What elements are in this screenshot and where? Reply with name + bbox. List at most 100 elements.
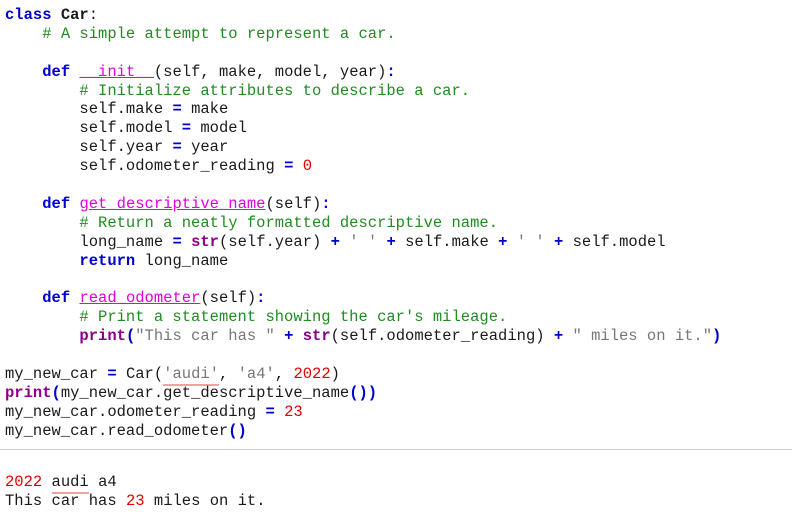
punctuation: , <box>274 364 285 383</box>
operator: + <box>330 232 340 251</box>
code-text: (self.year) <box>218 232 322 251</box>
code-text: self.model <box>79 119 173 138</box>
code-line: self.model = model <box>5 119 792 138</box>
punctuation: ( <box>51 383 61 402</box>
punctuation: () <box>349 383 368 402</box>
number-literal: 2022 <box>293 364 331 383</box>
string-literal: " miles on it." <box>572 327 713 346</box>
keyword: class <box>5 6 52 24</box>
builtin-function: print <box>79 327 126 346</box>
operator: = <box>172 138 182 157</box>
output-line: This car has 23 miles on it. <box>5 492 266 511</box>
code-text: (self.odometer_reading) <box>330 327 545 346</box>
code-line: # Print a statement showing the car's mi… <box>5 308 792 327</box>
code-line: # Initialize attributes to describe a ca… <box>5 82 792 101</box>
code-line: def read_odometer(self): <box>5 289 792 308</box>
code-line: my_new_car.read_odometer() <box>5 422 792 441</box>
code-line: long_name = str(self.year) + ' ' + self.… <box>5 233 792 252</box>
punctuation: ) <box>367 383 378 402</box>
code-text: model <box>200 119 247 138</box>
string-literal-misspelled[interactable]: 'audi' <box>163 364 219 386</box>
params: (self) <box>200 289 257 308</box>
keyword: return <box>79 251 136 270</box>
operator: = <box>172 100 182 119</box>
keyword: def <box>42 194 71 213</box>
output-divider <box>0 449 792 450</box>
function-name: read_odometer <box>79 289 201 308</box>
operator: + <box>498 232 508 251</box>
punctuation: : <box>88 6 99 24</box>
string-literal: ' ' <box>349 232 378 251</box>
code-text: my_new_car.odometer_reading <box>5 402 257 421</box>
output-text: car <box>51 491 80 510</box>
output-text: This <box>5 491 43 510</box>
code-line: return long_name <box>5 252 792 271</box>
output-line: 2022 audi a4 <box>5 473 266 494</box>
code-line: print(my_new_car.get_descriptive_name()) <box>5 384 792 403</box>
output-text-misspelled[interactable]: audi <box>51 473 89 494</box>
code-comment: # A simple attempt to represent a car. <box>42 24 396 43</box>
punctuation: , <box>218 364 229 383</box>
code-line: my_new_car.odometer_reading = 23 <box>5 403 792 422</box>
output-number: 23 <box>125 491 145 510</box>
code-text: year <box>191 138 229 157</box>
code-text: Car( <box>125 364 164 383</box>
output-number: 2022 <box>5 473 43 491</box>
punctuation: () <box>228 421 247 440</box>
code-text: self.model <box>572 232 666 251</box>
code-editor[interactable]: class Car: # A simple attempt to represe… <box>5 6 792 440</box>
builtin-function: str <box>302 327 331 346</box>
params: (self, make, model, year) <box>153 62 387 81</box>
output-panel[interactable]: 2022 audi a4 This car has 23 miles on it… <box>5 473 266 511</box>
params: (self) <box>265 194 322 213</box>
code-text: self.make <box>405 232 489 251</box>
code-line: my_new_car = Car('audi', 'a4', 2022) <box>5 364 792 386</box>
operator: = <box>265 402 275 421</box>
code-line: # Return a neatly formatted descriptive … <box>5 214 792 233</box>
function-name: __init__ <box>79 62 154 81</box>
function-name: get_descriptive_name <box>79 194 266 213</box>
code-line: class Car: <box>5 6 792 25</box>
operator: = <box>172 232 182 251</box>
code-line: def __init__(self, make, model, year): <box>5 63 792 82</box>
code-text: my_new_car.read_odometer <box>5 421 229 440</box>
string-literal: ' ' <box>516 232 545 251</box>
operator: + <box>553 327 564 346</box>
output-text: has <box>88 491 117 510</box>
code-text: long_name <box>144 251 229 270</box>
code-line: self.odometer_reading = 0 <box>5 157 792 176</box>
code-comment: # Initialize attributes to describe a ca… <box>79 81 471 100</box>
code-comment: # Print a statement showing the car's mi… <box>79 308 508 327</box>
code-line: self.make = make <box>5 100 792 119</box>
punctuation: ( <box>125 327 136 346</box>
punctuation: : <box>256 289 266 308</box>
keyword: def <box>42 289 71 308</box>
output-text: miles on it. <box>153 491 266 510</box>
code-text: my_new_car <box>5 364 99 383</box>
string-literal: 'a4' <box>237 364 275 383</box>
code-text: self.year <box>79 138 164 157</box>
punctuation: ) <box>330 364 340 383</box>
operator: + <box>386 232 396 251</box>
code-text: make <box>191 100 229 119</box>
code-line: # A simple attempt to represent a car. <box>5 25 792 44</box>
operator: = <box>107 364 117 383</box>
code-comment: # Return a neatly formatted descriptive … <box>79 213 498 232</box>
number-literal: 23 <box>284 402 303 421</box>
number-literal: 0 <box>302 157 313 176</box>
code-line: self.year = year <box>5 138 792 157</box>
code-line: print("This car has " + str(self.odomete… <box>5 327 792 346</box>
code-text: my_new_car.get_descriptive_name <box>60 383 350 402</box>
operator: = <box>284 157 294 176</box>
code-text: self.odometer_reading <box>79 157 275 176</box>
code-text: long_name <box>79 232 164 251</box>
operator: = <box>181 119 192 138</box>
builtin-function: str <box>191 232 219 251</box>
string-literal: "This car has " <box>135 327 275 346</box>
code-line: def get_descriptive_name(self): <box>5 195 792 214</box>
code-text: self.make <box>79 100 164 119</box>
